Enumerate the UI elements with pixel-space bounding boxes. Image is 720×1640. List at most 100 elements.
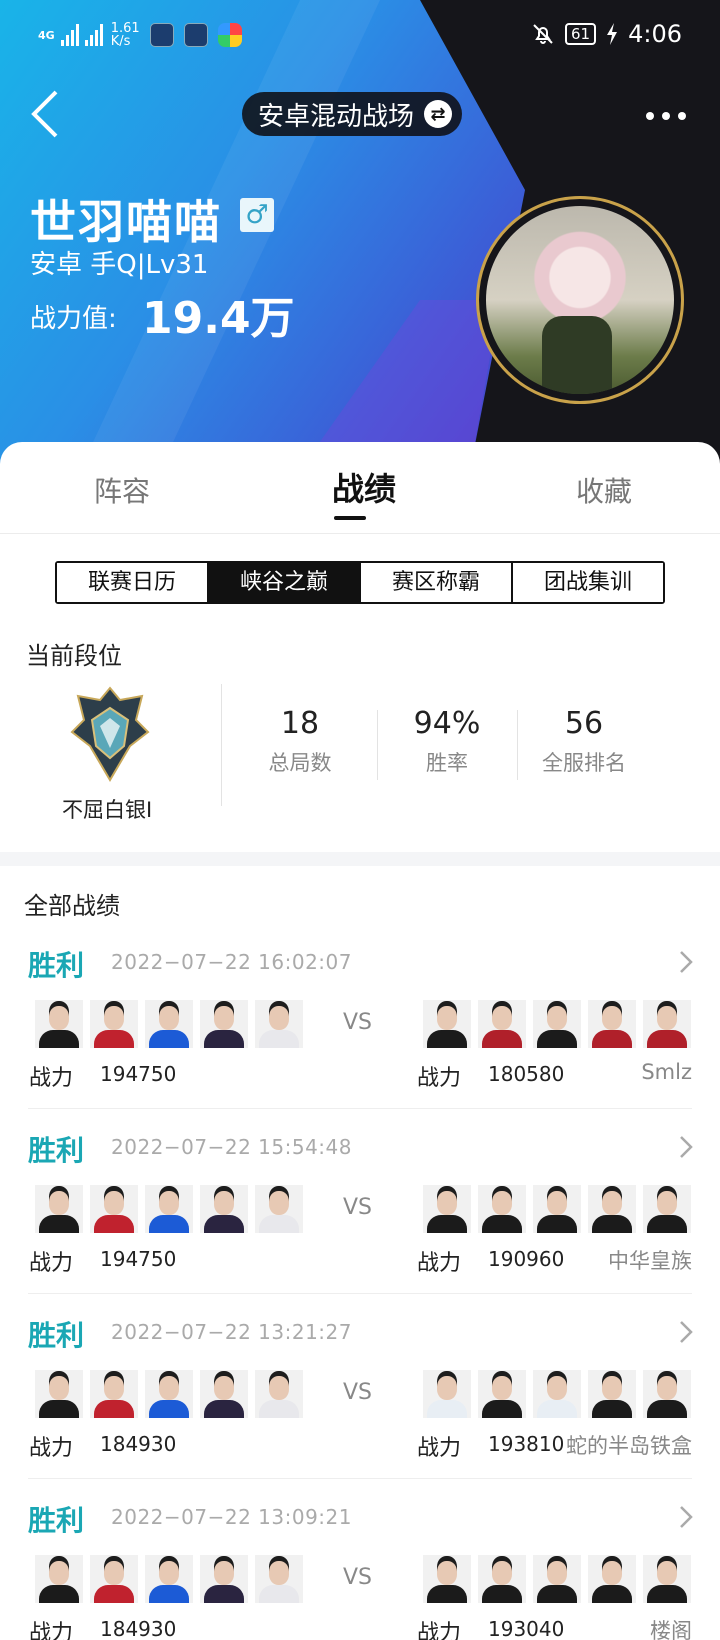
chevron-right-icon — [680, 1506, 693, 1528]
mode-switch-button[interactable]: 安卓混动战场 ⇄ — [242, 92, 463, 136]
rank-name: 不屈白银I — [62, 798, 153, 822]
vs-label: VS — [343, 1565, 373, 1590]
stat-value: 56 — [564, 706, 604, 741]
stat-label: 胜率 — [426, 751, 468, 775]
segment-canyon-peak[interactable]: 峡谷之巅 — [209, 563, 361, 602]
profile-header: 4G 1.61 K/s 61 4:06 安卓混动战场 ⇄ 世羽喵喵 ♂ 安卓 手Q… — [0, 0, 720, 470]
match-record[interactable]: 胜利 2022−07−22 13:09:21 VS 战力 184930 战力 1… — [0, 1499, 720, 1640]
swap-icon: ⇄ — [424, 100, 453, 128]
status-left: 4G 1.61 K/s — [38, 22, 242, 48]
active-tab-indicator — [334, 516, 366, 520]
segment-region-dominate[interactable]: 赛区称霸 — [361, 563, 513, 602]
divider — [517, 710, 518, 780]
divider — [28, 1108, 692, 1109]
back-arrow-icon[interactable] — [28, 88, 68, 140]
match-record[interactable]: 胜利 2022−07−22 16:02:07 VS 战力 194750 战力 1… — [0, 944, 720, 1128]
opp-power: 180580 — [488, 1062, 565, 1086]
my-team-avatars — [35, 1000, 303, 1048]
match-time: 2022−07−22 13:21:27 — [111, 1320, 352, 1344]
player-avatar — [200, 1370, 248, 1418]
player-avatar — [588, 1000, 636, 1048]
mode-label: 安卓混动战场 — [258, 101, 415, 132]
player-avatar — [200, 1000, 248, 1048]
power-label: 战力 — [29, 1621, 74, 1640]
stat-win-rate: 94% 胜率 — [387, 706, 507, 777]
player-avatar — [145, 1370, 193, 1418]
player-avatar — [478, 1000, 526, 1048]
clock: 4:06 — [628, 20, 682, 48]
player-avatar — [533, 1555, 581, 1603]
signal-icon — [60, 24, 79, 46]
player-avatar — [255, 1370, 303, 1418]
player-avatar — [145, 1555, 193, 1603]
my-team-avatars — [35, 1185, 303, 1233]
player-avatar — [643, 1370, 691, 1418]
stat-server-rank: 56 全服排名 — [524, 706, 644, 777]
power-label: 战力值: — [30, 304, 117, 334]
match-time: 2022−07−22 15:54:48 — [111, 1135, 352, 1159]
player-avatar — [533, 1370, 581, 1418]
opp-power: 193040 — [488, 1617, 565, 1640]
player-avatar — [255, 1000, 303, 1048]
chevron-right-icon — [680, 951, 693, 973]
player-avatar — [35, 1000, 83, 1048]
player-avatar — [533, 1185, 581, 1233]
match-record[interactable]: 胜利 2022−07−22 13:21:27 VS 战力 184930 战力 1… — [0, 1314, 720, 1498]
opp-power-label: 战力 — [417, 1436, 462, 1461]
player-avatar — [35, 1370, 83, 1418]
match-record[interactable]: 胜利 2022−07−22 15:54:48 VS 战力 194750 战力 1… — [0, 1129, 720, 1313]
more-icon[interactable] — [646, 112, 686, 120]
player-avatar — [145, 1000, 193, 1048]
section-gap — [0, 852, 720, 866]
mode-segment: 联赛日历 峡谷之巅 赛区称霸 团战集训 — [55, 561, 665, 604]
player-avatar — [35, 1185, 83, 1233]
avatar[interactable] — [476, 196, 684, 404]
my-team-avatars — [35, 1555, 303, 1603]
divider — [377, 710, 378, 780]
player-avatar — [588, 1185, 636, 1233]
signal-icon — [84, 24, 103, 46]
tab-favorites[interactable]: 收藏 — [576, 470, 632, 510]
net-speed: 1.61 K/s — [110, 21, 140, 49]
opp-team-avatars — [423, 1000, 691, 1048]
avatar-image — [486, 206, 674, 394]
opp-team-avatars — [423, 1185, 691, 1233]
player-avatar — [423, 1555, 471, 1603]
player-avatar — [423, 1185, 471, 1233]
platform-level: 安卓 手Q|Lv31 — [30, 250, 209, 280]
player-avatar — [478, 1185, 526, 1233]
player-avatar — [423, 1370, 471, 1418]
opp-team-name: 蛇的半岛铁盒 — [566, 1434, 692, 1458]
player-avatar — [35, 1555, 83, 1603]
chevron-right-icon — [680, 1136, 693, 1158]
power-value: 19.4万 — [142, 293, 295, 344]
player-avatar — [90, 1370, 138, 1418]
power-label: 战力 — [29, 1251, 74, 1276]
match-result: 胜利 — [28, 1134, 85, 1167]
player-avatar — [478, 1555, 526, 1603]
power-label: 战力 — [29, 1066, 74, 1091]
my-team-avatars — [35, 1370, 303, 1418]
opp-team-avatars — [423, 1555, 691, 1603]
vs-label: VS — [343, 1010, 373, 1035]
player-avatar — [423, 1000, 471, 1048]
tab-records[interactable]: 战绩 — [332, 464, 396, 510]
stat-label: 全服排名 — [542, 751, 626, 775]
player-avatar — [643, 1555, 691, 1603]
opp-power-label: 战力 — [417, 1621, 462, 1640]
player-name: 世羽喵喵 — [30, 195, 222, 249]
player-avatar — [90, 1185, 138, 1233]
tab-lineup[interactable]: 阵容 — [94, 470, 150, 510]
records-section-title: 全部战绩 — [24, 892, 120, 920]
divider — [28, 1293, 692, 1294]
power-label: 战力 — [29, 1436, 74, 1461]
battery-indicator: 61 — [565, 23, 597, 45]
vs-label: VS — [343, 1380, 373, 1405]
segment-team-training[interactable]: 团战集训 — [513, 563, 663, 602]
opp-power-label: 战力 — [417, 1066, 462, 1091]
app-notification-icon — [217, 23, 242, 47]
opp-team-name: 中华皇族 — [608, 1249, 692, 1273]
opp-team-name: Smlz — [641, 1060, 692, 1084]
opp-team-name: 楼阁 — [650, 1619, 692, 1640]
segment-league-calendar[interactable]: 联赛日历 — [57, 563, 209, 602]
